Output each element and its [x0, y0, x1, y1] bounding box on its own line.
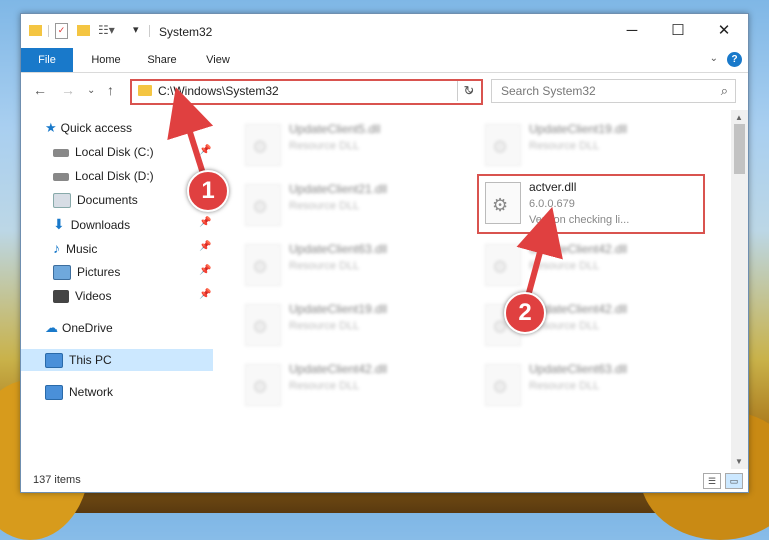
arrow-to-address-bar [167, 87, 214, 181]
callout-step-2: 2 [504, 292, 546, 334]
arrow-to-actver-file [516, 206, 563, 301]
callout-step-1: 1 [187, 170, 229, 212]
annotation-arrows [167, 87, 563, 301]
